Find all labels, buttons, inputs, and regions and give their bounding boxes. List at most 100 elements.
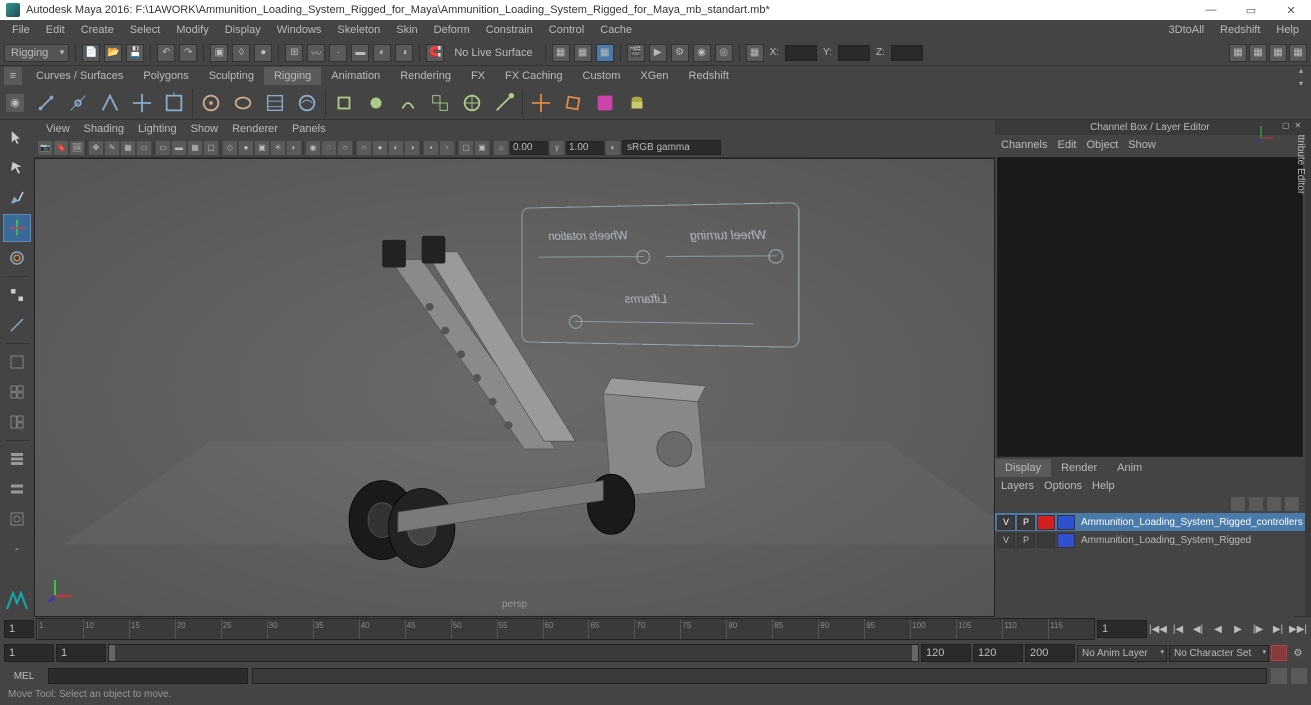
layout-three-icon[interactable]: [3, 408, 31, 436]
object-menu[interactable]: Object: [1086, 139, 1118, 151]
gamma-icon[interactable]: γ: [550, 141, 564, 155]
light-1-icon[interactable]: ○: [357, 141, 371, 155]
constraint-orient-icon[interactable]: [394, 89, 422, 117]
hypershade-icon[interactable]: ◉: [693, 44, 711, 62]
step-fwd-icon[interactable]: |▶: [1249, 620, 1267, 638]
render-view-icon[interactable]: ◎: [715, 44, 733, 62]
snap-view-icon[interactable]: ◑: [395, 44, 413, 62]
exposure-icon[interactable]: ☼: [494, 141, 508, 155]
time-current-input[interactable]: [1097, 620, 1147, 638]
select-tool[interactable]: [3, 124, 31, 152]
redo-icon[interactable]: ↷: [179, 44, 197, 62]
layer-swatch-1[interactable]: [1037, 515, 1055, 530]
edit-menu[interactable]: Edit: [1057, 139, 1076, 151]
menu-modify[interactable]: Modify: [168, 22, 216, 38]
textured-icon[interactable]: ▣: [255, 141, 269, 155]
gate-mask-icon[interactable]: ▬: [172, 141, 186, 155]
menu-windows[interactable]: Windows: [269, 22, 330, 38]
time-start-range-input[interactable]: [4, 620, 34, 638]
bind-skin-icon[interactable]: [197, 89, 225, 117]
paint-tool[interactable]: [3, 184, 31, 212]
paint-select-icon[interactable]: ●: [254, 44, 272, 62]
shelf-scroll-up-icon[interactable]: ▴: [1299, 66, 1303, 75]
save-scene-icon[interactable]: 💾: [126, 44, 144, 62]
snap-surface-icon[interactable]: ◐: [373, 44, 391, 62]
step-fwd-key-icon[interactable]: ▶|: [1269, 620, 1287, 638]
motion-blur-icon[interactable]: ▫: [440, 141, 454, 155]
shelf-tab-redshift[interactable]: Redshift: [679, 67, 739, 85]
workspace-dropdown[interactable]: Rigging: [4, 44, 69, 62]
wrap-icon[interactable]: [623, 89, 651, 117]
layer-help-menu[interactable]: Help: [1092, 480, 1115, 492]
detach-skin-icon[interactable]: [229, 89, 257, 117]
shelf-tab-fx[interactable]: FX: [461, 67, 495, 85]
prefs-icon[interactable]: ⚙: [1289, 644, 1307, 662]
close-button[interactable]: ✕: [1271, 0, 1311, 20]
cmd-history-icon[interactable]: [1291, 668, 1307, 684]
layer-row[interactable]: VPAmmunition_Loading_System_Rigged_contr…: [995, 513, 1305, 531]
layer-swatch-2[interactable]: [1057, 515, 1075, 530]
anim-tab[interactable]: Anim: [1107, 459, 1152, 477]
playback-end-input[interactable]: [921, 644, 971, 662]
attribute-editor-vtab[interactable]: Attribute Editor: [1293, 120, 1308, 617]
lasso-tool[interactable]: [3, 154, 31, 182]
lasso-icon[interactable]: ◊: [232, 44, 250, 62]
panel-menu-show[interactable]: Show: [185, 122, 225, 136]
shelf-tab-custom[interactable]: Custom: [573, 67, 631, 85]
depth-icon[interactable]: ▪: [424, 141, 438, 155]
snap-plane-icon[interactable]: ▬: [351, 44, 369, 62]
use-lights-icon[interactable]: ☀: [271, 141, 285, 155]
layers-menu[interactable]: Layers: [1001, 480, 1034, 492]
constraint-aim-icon[interactable]: [458, 89, 486, 117]
image-plane-icon[interactable]: 🖼: [70, 141, 84, 155]
script-editor-icon[interactable]: [1271, 668, 1287, 684]
smooth-shade-icon[interactable]: ●: [239, 141, 253, 155]
render-icon[interactable]: 🎬: [627, 44, 645, 62]
cmd-lang-label[interactable]: MEL: [4, 671, 44, 682]
resolution-gate-icon[interactable]: ▭: [156, 141, 170, 155]
panel-menu-lighting[interactable]: Lighting: [132, 122, 183, 136]
channel-box-content[interactable]: [997, 157, 1303, 457]
menu-redshift[interactable]: Redshift: [1212, 22, 1268, 38]
menu-edit[interactable]: Edit: [38, 22, 73, 38]
layout-single-icon[interactable]: [3, 348, 31, 376]
blend-shape-icon[interactable]: [527, 89, 555, 117]
constraint-point-icon[interactable]: [362, 89, 390, 117]
undo-icon[interactable]: ↶: [157, 44, 175, 62]
toggle-icon-1[interactable]: ▦: [574, 44, 592, 62]
menu-create[interactable]: Create: [73, 22, 122, 38]
paint-weights-icon[interactable]: [261, 89, 289, 117]
step-back-icon[interactable]: ◀|: [1189, 620, 1207, 638]
last-tool[interactable]: [3, 311, 31, 339]
exposure-input[interactable]: [510, 141, 548, 155]
shelf-tab-curves[interactable]: Curves / Surfaces: [26, 67, 133, 85]
minimize-button[interactable]: —: [1191, 0, 1231, 20]
ik-handle-icon[interactable]: [160, 89, 188, 117]
render-settings-icon[interactable]: ⚙: [671, 44, 689, 62]
isolate-icon[interactable]: ◉: [306, 141, 320, 155]
layer-move-up-icon[interactable]: [1231, 497, 1245, 511]
new-scene-icon[interactable]: 📄: [82, 44, 100, 62]
range-start-input[interactable]: [4, 644, 54, 662]
gamma-input[interactable]: [566, 141, 604, 155]
menu-skeleton[interactable]: Skeleton: [329, 22, 388, 38]
live-surface-toggle-icon[interactable]: 🧲: [426, 44, 444, 62]
grid-icon[interactable]: ▦: [121, 141, 135, 155]
graph-editor-icon[interactable]: [3, 475, 31, 503]
layer-row[interactable]: VPAmmunition_Loading_System_Rigged: [995, 531, 1305, 549]
panel-close-icon[interactable]: ✕: [1293, 121, 1303, 131]
shelf-tab-xgen[interactable]: XGen: [630, 67, 678, 85]
channels-menu[interactable]: Channels: [1001, 139, 1047, 151]
panel-menu-shading[interactable]: Shading: [78, 122, 130, 136]
aa-icon[interactable]: ▣: [475, 141, 489, 155]
shelf-tab-fxcaching[interactable]: FX Caching: [495, 67, 572, 85]
menu-constrain[interactable]: Constrain: [478, 22, 541, 38]
menu-select[interactable]: Select: [122, 22, 169, 38]
bookmark-icon[interactable]: 🔖: [54, 141, 68, 155]
maximize-button[interactable]: ▭: [1231, 0, 1271, 20]
constraint-pole-icon[interactable]: [490, 89, 518, 117]
snap-curve-icon[interactable]: 〰: [307, 44, 325, 62]
layout-four-icon[interactable]: [3, 378, 31, 406]
light-3-icon[interactable]: ◐: [389, 141, 403, 155]
ao-icon[interactable]: ▢: [459, 141, 473, 155]
